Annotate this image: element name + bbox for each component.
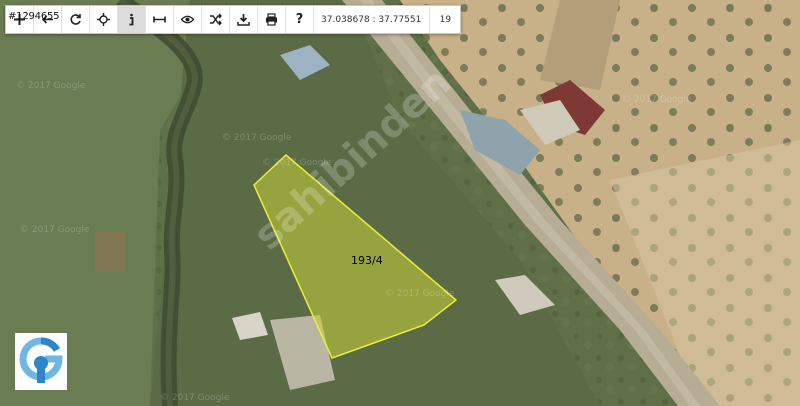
parcel-id-label: #1294655	[8, 11, 60, 22]
info-icon[interactable]	[118, 6, 146, 33]
measure-icon[interactable]	[146, 6, 174, 33]
parcel-number-label: 193/4	[351, 254, 383, 267]
google-watermark: © 2017 Google	[385, 289, 455, 299]
coordinates-readout: 37.038678 : 37.77551	[314, 6, 431, 33]
google-watermark: © 2017 Google	[622, 95, 692, 105]
brand-g-logo[interactable]	[15, 333, 67, 390]
google-watermark: © 2017 Google	[222, 133, 292, 143]
help-icon[interactable]: ?	[286, 6, 314, 33]
shuffle-icon[interactable]	[202, 6, 230, 33]
locate-icon[interactable]	[90, 6, 118, 33]
map-imagery	[0, 0, 800, 406]
zoom-level: 19	[439, 14, 452, 25]
view-icon[interactable]	[174, 6, 202, 33]
google-watermark: © 2017 Google	[16, 81, 86, 91]
download-icon[interactable]	[230, 6, 258, 33]
google-watermark: © 2017 Google	[20, 225, 90, 235]
print-icon[interactable]	[258, 6, 286, 33]
map-toolbar: ? 37.038678 : 37.77551 19	[5, 5, 462, 34]
refresh-icon[interactable]	[62, 6, 90, 33]
satellite-map[interactable]: © 2017 Google © 2017 Google © 2017 Googl…	[0, 0, 800, 406]
google-watermark: © 2017 Google	[160, 393, 230, 403]
